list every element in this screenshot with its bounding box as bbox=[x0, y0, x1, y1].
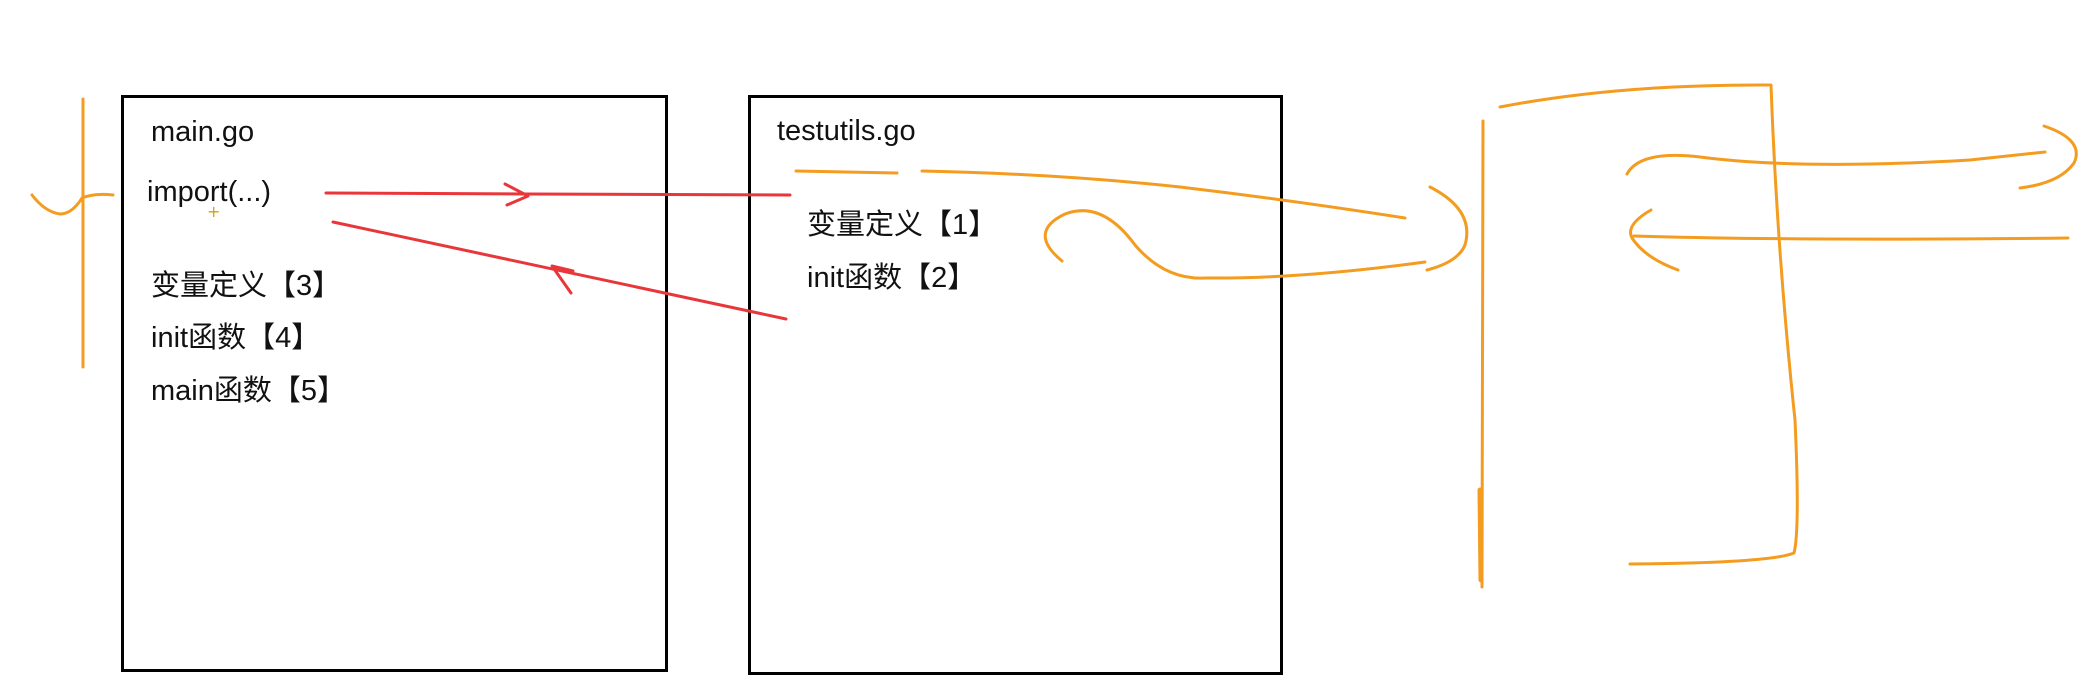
orange-annotations bbox=[30, 83, 2078, 589]
return-arrow bbox=[331, 220, 788, 321]
import-arrow bbox=[324, 182, 792, 207]
annotation-strokes bbox=[30, 83, 2078, 589]
